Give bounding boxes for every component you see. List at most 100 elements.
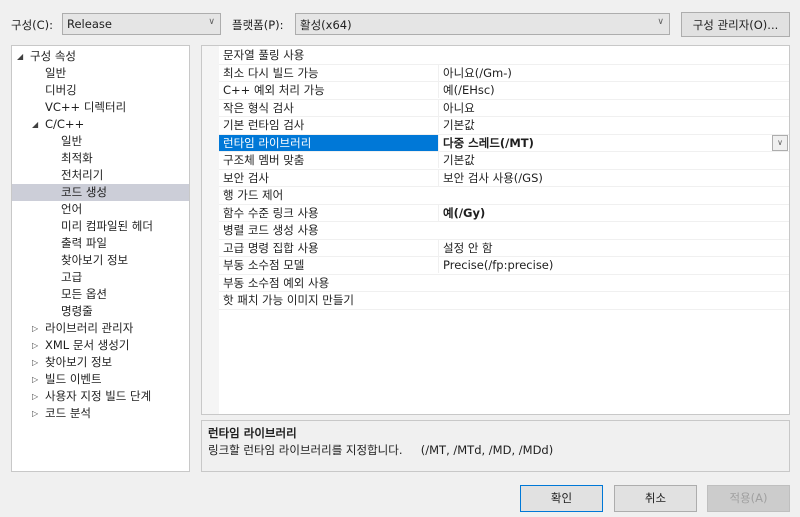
tree-item-label: 사용자 지정 빌드 단계 bbox=[45, 389, 152, 403]
tree-item[interactable]: ▷ 라이브러리 관리자 bbox=[12, 320, 189, 337]
property-row[interactable]: 구조체 멤버 맞춤 기본값 bbox=[219, 152, 789, 170]
property-row[interactable]: 고급 명령 집합 사용 설정 안 함 bbox=[219, 239, 789, 257]
property-value[interactable]: 설정 안 함 bbox=[438, 239, 789, 256]
property-grid[interactable]: 문자열 풀링 사용 최소 다시 빌드 가능 아니요(/Gm-) C++ 예외 처리 가… bbox=[201, 45, 790, 415]
tree-item-label: VC++ 디렉터리 bbox=[45, 100, 127, 114]
collapsed-arrow-icon[interactable]: ▷ bbox=[32, 405, 38, 422]
description-text: 링크할 런타임 라이브러리를 지정합니다. (/MT, /MTd, /MD, /… bbox=[208, 443, 554, 457]
tree-item[interactable]: 고급 bbox=[12, 269, 189, 286]
description-panel: 런타임 라이브러리 링크할 런타임 라이브러리를 지정합니다. (/MT, /M… bbox=[201, 420, 790, 472]
property-value[interactable]: 다중 스레드(/MT) bbox=[438, 134, 789, 151]
tree-item[interactable]: 디버깅 bbox=[12, 82, 189, 99]
tree-item[interactable]: 코드 생성 bbox=[12, 184, 189, 201]
chevron-down-icon: ∨ bbox=[657, 17, 664, 27]
config-combo[interactable]: Release ∨ bbox=[62, 13, 221, 35]
tree-item-label: 코드 생성 bbox=[61, 185, 107, 199]
tree-item[interactable]: ▷ 코드 분석 bbox=[12, 405, 189, 422]
tree-item-label: 고급 bbox=[61, 270, 83, 284]
tree-item[interactable]: ▷ 사용자 지정 빌드 단계 bbox=[12, 388, 189, 405]
property-row[interactable]: 핫 패치 가능 이미지 만들기 bbox=[219, 292, 789, 310]
apply-button[interactable]: 적용(A) bbox=[707, 485, 790, 512]
collapsed-arrow-icon[interactable]: ▷ bbox=[32, 320, 38, 337]
property-row[interactable]: 함수 수준 링크 사용 예(/Gy) bbox=[219, 204, 789, 222]
tree-item[interactable]: 명령줄 bbox=[12, 303, 189, 320]
tree-item[interactable]: 일반 bbox=[12, 133, 189, 150]
property-value[interactable]: 기본값 bbox=[438, 117, 789, 133]
tree-item[interactable]: 언어 bbox=[12, 201, 189, 218]
property-name: 최소 다시 빌드 가능 bbox=[223, 65, 319, 80]
property-value[interactable]: 예(/Gy) bbox=[438, 204, 789, 221]
cancel-button[interactable]: 취소 bbox=[614, 485, 697, 512]
property-name: 작은 형식 검사 bbox=[223, 100, 294, 115]
config-manager-button[interactable]: 구성 관리자(O)... bbox=[681, 12, 790, 37]
tree-item[interactable]: 최적화 bbox=[12, 150, 189, 167]
property-row[interactable]: 작은 형식 검사 아니요 bbox=[219, 99, 789, 117]
chevron-down-icon[interactable]: ∨ bbox=[772, 134, 788, 151]
tree-item-label: 구성 속성 bbox=[30, 49, 76, 63]
collapsed-arrow-icon[interactable]: ▷ bbox=[32, 354, 38, 371]
property-name: 문자열 풀링 사용 bbox=[223, 48, 305, 62]
tree-item-label: 출력 파일 bbox=[61, 236, 107, 250]
tree-item[interactable]: 일반 bbox=[12, 65, 189, 82]
property-value[interactable]: 보안 검사 사용(/GS) bbox=[438, 169, 789, 186]
property-value[interactable]: Precise(/fp:precise) bbox=[438, 257, 789, 273]
tree-item[interactable]: 모든 옵션 bbox=[12, 286, 189, 303]
property-row[interactable]: 런타임 라이브러리 다중 스레드(/MT) ∨ bbox=[219, 134, 789, 152]
tree-item-label: 빌드 이벤트 bbox=[45, 372, 102, 386]
property-name: 런타임 라이브러리 bbox=[219, 134, 438, 151]
config-value: Release bbox=[67, 17, 112, 31]
tree-item[interactable]: 전처리기 bbox=[12, 167, 189, 184]
property-row[interactable]: C++ 예외 처리 가능 예(/EHsc) bbox=[219, 82, 789, 100]
property-name: C++ 예외 처리 가능 bbox=[223, 83, 325, 97]
property-name: 함수 수준 링크 사용 bbox=[223, 205, 319, 220]
tree-item-label: 언어 bbox=[61, 202, 83, 216]
property-name: 보안 검사 bbox=[223, 170, 269, 185]
tree-item-label: 찾아보기 정보 bbox=[61, 253, 129, 267]
property-row[interactable]: 문자열 풀링 사용 bbox=[219, 47, 789, 65]
property-row[interactable]: 부동 소수점 예외 사용 bbox=[219, 275, 789, 292]
description-title: 런타임 라이브러리 bbox=[208, 426, 297, 440]
property-row[interactable]: 행 가드 제어 bbox=[219, 187, 789, 205]
tree-item[interactable]: ▷ 찾아보기 정보 bbox=[12, 354, 189, 371]
platform-combo[interactable]: 활성(x64) ∨ bbox=[295, 13, 670, 35]
property-name: 병렬 코드 생성 사용 bbox=[223, 223, 319, 237]
expanded-arrow-icon[interactable]: ◢ bbox=[32, 116, 38, 133]
property-value[interactable]: 아니요(/Gm-) bbox=[438, 64, 789, 81]
property-row[interactable]: 기본 런타임 검사 기본값 bbox=[219, 117, 789, 135]
tree-item-label: XML 문서 생성기 bbox=[45, 338, 130, 352]
collapsed-arrow-icon[interactable]: ▷ bbox=[32, 337, 38, 354]
tree-item[interactable]: ▷ XML 문서 생성기 bbox=[12, 337, 189, 354]
property-name: 부동 소수점 예외 사용 bbox=[223, 275, 330, 290]
collapsed-arrow-icon[interactable]: ▷ bbox=[32, 371, 38, 388]
property-tree[interactable]: ◢ 구성 속성 일반 디버깅 VC++ 디렉터리 ◢ C/C++ 일반 최적화 전처리기 코드 생성… bbox=[11, 45, 190, 472]
tree-item[interactable]: 찾아보기 정보 bbox=[12, 252, 189, 269]
tree-item[interactable]: ▷ 빌드 이벤트 bbox=[12, 371, 189, 388]
tree-item[interactable]: ◢ 구성 속성 bbox=[12, 48, 189, 65]
tree-item-label: 디버깅 bbox=[45, 83, 77, 97]
property-value[interactable]: 아니요 bbox=[438, 99, 789, 116]
chevron-down-icon: ∨ bbox=[208, 17, 215, 27]
collapsed-arrow-icon[interactable]: ▷ bbox=[32, 388, 38, 405]
tree-item-label: 모든 옵션 bbox=[61, 287, 107, 301]
property-row[interactable]: 부동 소수점 모델 Precise(/fp:precise) bbox=[219, 257, 789, 275]
tree-item-label: 명령줄 bbox=[61, 304, 93, 318]
tree-item-label: 전처리기 bbox=[61, 168, 104, 182]
property-name: 핫 패치 가능 이미지 만들기 bbox=[223, 293, 355, 307]
tree-item-label: 최적화 bbox=[61, 151, 93, 165]
tree-item-label: 코드 분석 bbox=[45, 406, 91, 420]
property-row[interactable]: 병렬 코드 생성 사용 bbox=[219, 222, 789, 240]
property-value[interactable]: 기본값 bbox=[438, 152, 789, 168]
property-value[interactable]: 예(/EHsc) bbox=[438, 82, 789, 98]
tree-item[interactable]: 출력 파일 bbox=[12, 235, 189, 252]
tree-item-label: 일반 bbox=[61, 134, 83, 148]
tree-item-label: 일반 bbox=[45, 66, 67, 80]
tree-item[interactable]: 미리 컴파일된 헤더 bbox=[12, 218, 189, 235]
property-row[interactable]: 보안 검사 보안 검사 사용(/GS) bbox=[219, 169, 789, 187]
tree-item-label: 찾아보기 정보 bbox=[45, 355, 113, 369]
tree-item[interactable]: ◢ C/C++ bbox=[12, 116, 189, 133]
property-name: 구조체 멤버 맞춤 bbox=[223, 153, 305, 167]
tree-item[interactable]: VC++ 디렉터리 bbox=[12, 99, 189, 116]
property-row[interactable]: 최소 다시 빌드 가능 아니요(/Gm-) bbox=[219, 64, 789, 82]
expanded-arrow-icon[interactable]: ◢ bbox=[17, 48, 23, 65]
ok-button[interactable]: 확인 bbox=[520, 485, 603, 512]
